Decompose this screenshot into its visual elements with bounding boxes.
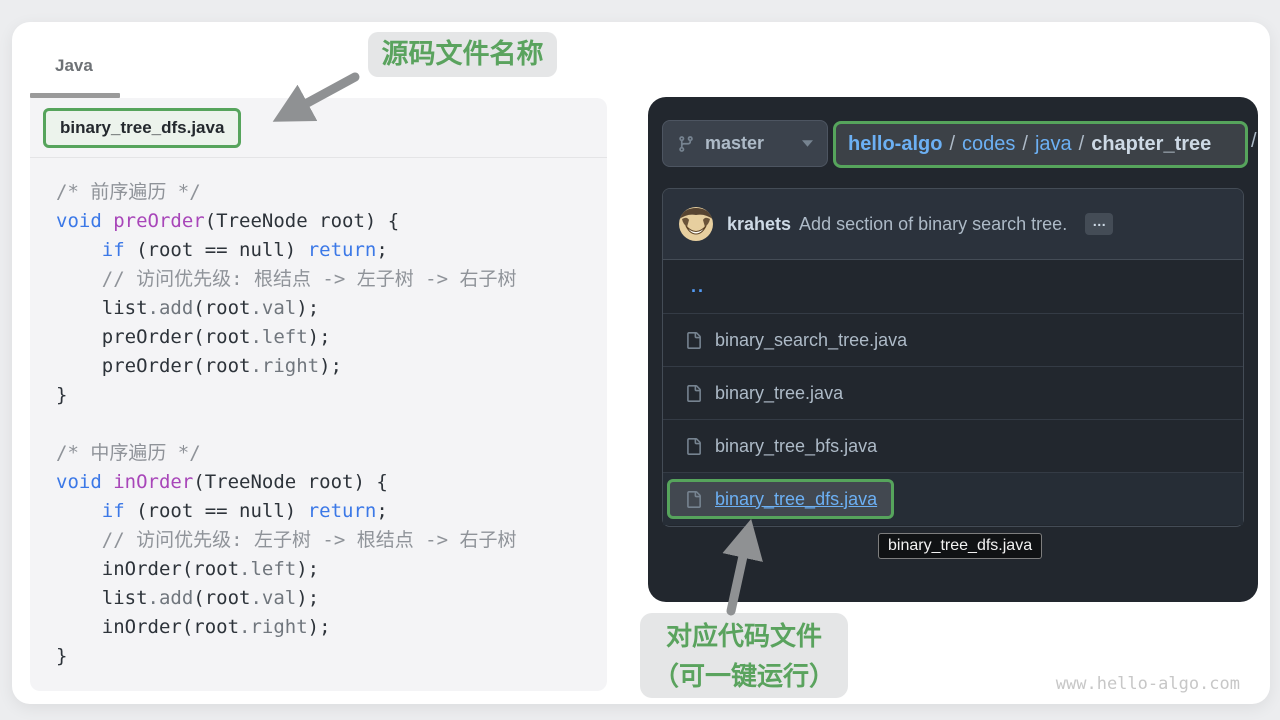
breadcrumb-separator: / bbox=[942, 133, 962, 155]
code-line: list.add(root.val); bbox=[56, 584, 516, 613]
chevron-down-icon bbox=[802, 140, 813, 147]
breadcrumb-separator: / bbox=[1015, 133, 1035, 155]
file-link[interactable]: binary_tree_bfs.java bbox=[715, 436, 877, 457]
branch-name: master bbox=[705, 133, 764, 154]
file-link[interactable]: binary_tree.java bbox=[715, 383, 843, 404]
commit-message[interactable]: Add section of binary search tree. bbox=[799, 214, 1067, 235]
code-line: inOrder(root.left); bbox=[56, 555, 516, 584]
breadcrumb-separator: / bbox=[1072, 133, 1092, 155]
file-row[interactable]: binary_tree.java bbox=[663, 366, 1243, 419]
git-branch-icon bbox=[677, 135, 695, 153]
file-row[interactable]: binary_tree_bfs.java bbox=[663, 419, 1243, 472]
code-panel: binary_tree_dfs.java /* 前序遍历 */void preO… bbox=[30, 98, 607, 691]
breadcrumb-segment-hello-algo[interactable]: hello-algo bbox=[848, 133, 942, 155]
code-line: preOrder(root.left); bbox=[56, 323, 516, 352]
code-filename: binary_tree_dfs.java bbox=[60, 118, 224, 138]
annotation-code-file: 对应代码文件 （可一键运行） bbox=[640, 613, 848, 698]
code-line: /* 前序遍历 */ bbox=[56, 178, 516, 207]
code-line: list.add(root.val); bbox=[56, 294, 516, 323]
file-icon bbox=[685, 491, 702, 508]
code-line: // 访问优先级: 左子树 -> 根结点 -> 右子树 bbox=[56, 526, 516, 555]
code-line: /* 中序遍历 */ bbox=[56, 439, 516, 468]
breadcrumb-segment-chapter_tree: chapter_tree bbox=[1091, 133, 1211, 155]
annotation-code-file-line1: 对应代码文件 bbox=[640, 616, 848, 656]
highlight-box-breadcrumb: hello-algo/codes/java/chapter_tree bbox=[833, 121, 1248, 168]
file-row-parent-directory[interactable]: .. bbox=[663, 260, 1243, 313]
file-list: .. binary_search_tree.java binary_tree.jav… bbox=[663, 260, 1243, 525]
branch-selector-button[interactable]: master bbox=[662, 120, 828, 167]
file-icon bbox=[685, 385, 702, 402]
tab-java[interactable]: Java bbox=[55, 56, 93, 76]
breadcrumb-segment-java[interactable]: java bbox=[1035, 133, 1072, 155]
code-line: void inOrder(TreeNode root) { bbox=[56, 468, 516, 497]
file-row[interactable]: binary_search_tree.java bbox=[663, 313, 1243, 366]
file-link[interactable]: binary_tree_dfs.java bbox=[715, 489, 877, 510]
code-line: } bbox=[56, 381, 516, 410]
highlight-box-filename: binary_tree_dfs.java bbox=[43, 108, 241, 148]
code-line: void preOrder(TreeNode root) { bbox=[56, 207, 516, 236]
annotation-source-filename: 源码文件名称 bbox=[368, 32, 557, 77]
code-line: preOrder(root.right); bbox=[56, 352, 516, 381]
avatar[interactable] bbox=[679, 207, 713, 241]
file-link[interactable]: binary_search_tree.java bbox=[715, 330, 907, 351]
annotation-code-file-line2: （可一键运行） bbox=[640, 656, 848, 696]
code-line: // 访问优先级: 根结点 -> 左子树 -> 右子树 bbox=[56, 265, 516, 294]
divider bbox=[30, 157, 607, 158]
code-block: /* 前序遍历 */void preOrder(TreeNode root) {… bbox=[56, 178, 516, 671]
file-icon bbox=[685, 332, 702, 349]
highlight-box-file: binary_tree_dfs.java bbox=[667, 479, 894, 519]
github-panel: master hello-algo/codes/java/chapter_tre… bbox=[648, 97, 1258, 602]
breadcrumb-trailing-slash: / bbox=[1251, 130, 1257, 153]
parent-directory-link[interactable]: .. bbox=[691, 276, 705, 297]
code-line bbox=[56, 410, 516, 439]
code-line: inOrder(root.right); bbox=[56, 613, 516, 642]
code-line: } bbox=[56, 642, 516, 671]
file-browser-box: krahets Add section of binary search tre… bbox=[662, 188, 1244, 527]
commit-more-button[interactable]: … bbox=[1085, 213, 1113, 235]
code-line: if (root == null) return; bbox=[56, 497, 516, 526]
commit-author[interactable]: krahets bbox=[727, 214, 791, 235]
watermark: www.hello-algo.com bbox=[1040, 674, 1240, 694]
breadcrumb: hello-algo/codes/java/chapter_tree bbox=[848, 133, 1211, 156]
tooltip: binary_tree_dfs.java bbox=[878, 533, 1042, 559]
breadcrumb-segment-codes[interactable]: codes bbox=[962, 133, 1015, 155]
code-line: if (root == null) return; bbox=[56, 236, 516, 265]
latest-commit-row: krahets Add section of binary search tre… bbox=[663, 189, 1243, 260]
file-icon bbox=[685, 438, 702, 455]
file-row[interactable]: binary_tree_dfs.java bbox=[663, 472, 1243, 525]
